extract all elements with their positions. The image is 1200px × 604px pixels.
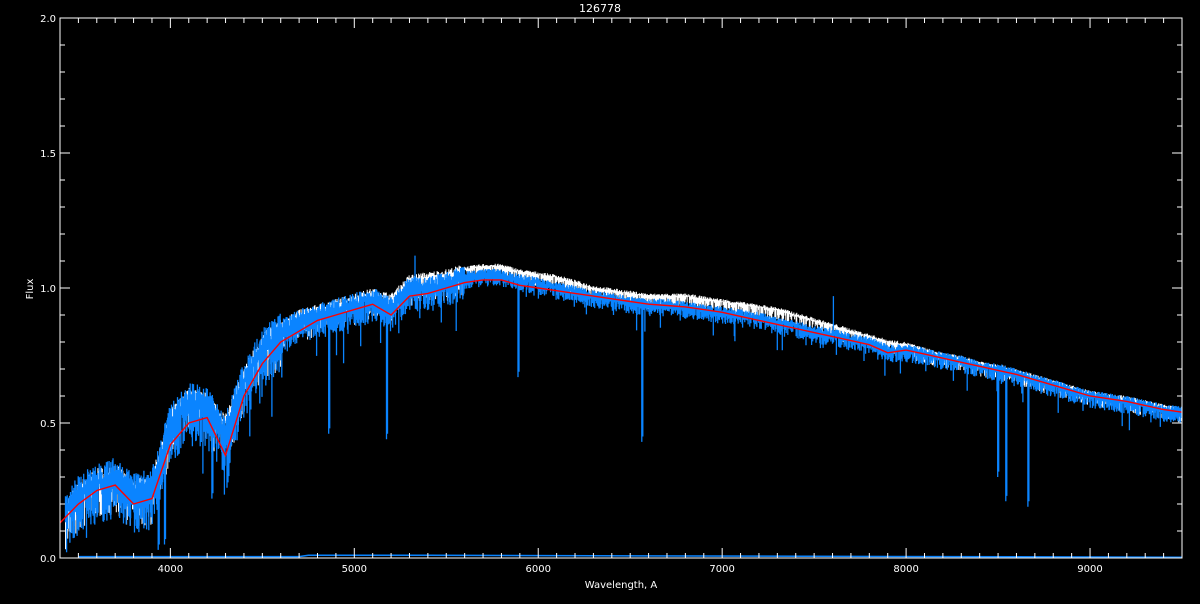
y-tick-label: 1.0 — [40, 284, 56, 295]
y-tick-label: 2.0 — [40, 14, 56, 25]
x-tick-label: 8000 — [893, 564, 918, 575]
y-axis-label: Flux — [25, 279, 36, 300]
chart-title: 126778 — [579, 2, 621, 15]
x-tick-label: 7000 — [709, 564, 734, 575]
x-tick-label: 9000 — [1077, 564, 1102, 575]
x-axis-label: Wavelength, A — [585, 580, 658, 591]
y-tick-label: 0.5 — [40, 419, 56, 430]
x-tick-label: 5000 — [342, 564, 367, 575]
plot-area — [59, 255, 1183, 558]
y-tick-label: 1.5 — [40, 149, 56, 160]
red-model-line — [59, 279, 1183, 524]
y-tick-label: 0.0 — [40, 554, 56, 565]
spectrum-chart: 126778 Wavelength, A Flux 4000 5000 6000 70… — [25, 2, 1183, 591]
x-tick-label: 6000 — [526, 564, 551, 575]
x-tick-label: 4000 — [158, 564, 183, 575]
